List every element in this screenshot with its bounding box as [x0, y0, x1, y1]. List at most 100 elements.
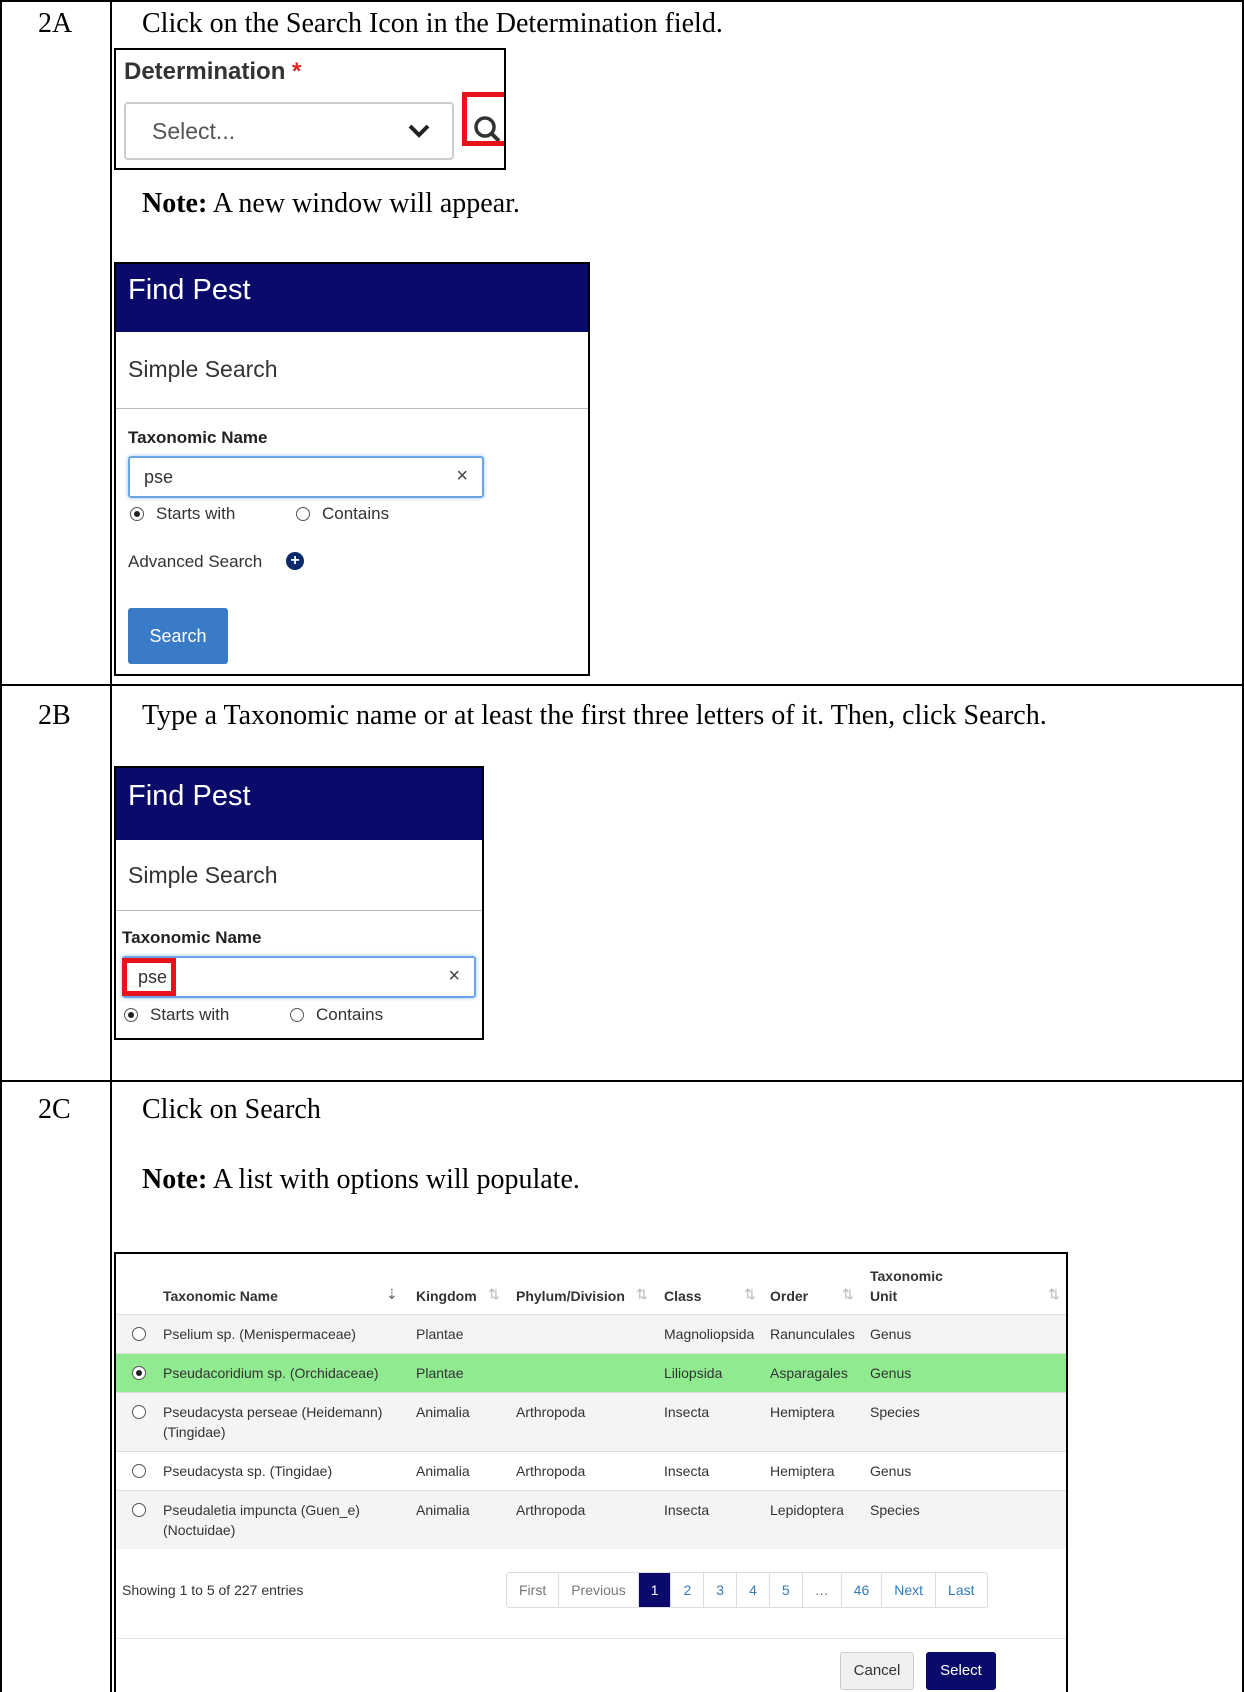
- cell-order: Asparagales: [770, 1365, 848, 1381]
- starts-with-radio[interactable]: [130, 507, 144, 521]
- page-46[interactable]: 46: [842, 1573, 883, 1607]
- pagination: First Previous 1 2 3 4 5… 46 Next Last: [506, 1572, 988, 1608]
- input-value: pse: [144, 467, 174, 487]
- table-row[interactable]: Pseudacysta sp. (Tingidae) Animalia Arthro…: [116, 1451, 1066, 1490]
- table-row[interactable]: Pseudacoridium sp. (Orchidaceae) Plantae L…: [116, 1353, 1066, 1392]
- page-first[interactable]: First: [507, 1573, 560, 1607]
- cell-order: Ranunculales: [770, 1326, 855, 1342]
- page-last[interactable]: Last: [936, 1573, 986, 1607]
- col-class[interactable]: Class: [664, 1288, 701, 1304]
- taxonomic-name-input[interactable]: pse ×: [128, 456, 484, 498]
- cell-order: Hemiptera: [770, 1404, 835, 1420]
- table-border-left: [0, 0, 2, 1692]
- starts-with-radio[interactable]: [124, 1008, 138, 1022]
- col-order[interactable]: Order: [770, 1288, 808, 1304]
- plus-circle-icon[interactable]: +: [286, 552, 304, 570]
- sort-icon[interactable]: ⇅: [744, 1286, 756, 1303]
- row-select-radio[interactable]: [132, 1327, 146, 1341]
- col-taxonomic-name[interactable]: Taxonomic Name: [163, 1288, 278, 1304]
- step-note: Note: A list with options will populate.: [142, 1164, 580, 1195]
- cell-class: Insecta: [664, 1463, 710, 1479]
- cell-class: Insecta: [664, 1404, 710, 1420]
- row-select-radio[interactable]: [132, 1503, 146, 1517]
- row-select-radio[interactable]: [132, 1464, 146, 1478]
- highlight-box: [462, 92, 504, 146]
- cell-taxonomic-name: Pseudacoridium sp. (Orchidaceae): [163, 1365, 379, 1381]
- col-taxonomic-unit-line2[interactable]: Unit: [870, 1288, 897, 1304]
- page-3[interactable]: 3: [704, 1573, 738, 1607]
- step-instruction: Click on the Search Icon in the Determin…: [142, 8, 723, 39]
- sort-icon[interactable]: ⇅: [488, 1286, 500, 1303]
- step-id: 2A: [38, 8, 73, 39]
- step-id: 2C: [38, 1094, 71, 1125]
- step-instruction: Click on Search: [142, 1094, 321, 1125]
- cell-kingdom: Animalia: [416, 1463, 470, 1479]
- footer-divider: [116, 1638, 1066, 1639]
- table-row[interactable]: Pseudaletia impuncta (Guen_e) (Noctuidae)…: [116, 1490, 1066, 1549]
- sort-icon[interactable]: ⇅: [1048, 1286, 1060, 1303]
- search-button[interactable]: Search: [128, 608, 228, 664]
- divider: [116, 910, 482, 911]
- page-4[interactable]: 4: [737, 1573, 770, 1607]
- page-next[interactable]: Next: [882, 1573, 937, 1607]
- cell-order: Lepidoptera: [770, 1502, 844, 1518]
- step-id: 2B: [38, 700, 71, 731]
- page-2[interactable]: 2: [671, 1573, 705, 1607]
- col-kingdom[interactable]: Kingdom: [416, 1288, 477, 1304]
- cell-class: Insecta: [664, 1502, 710, 1518]
- taxonomic-name-label: Taxonomic Name: [128, 428, 268, 447]
- page-5[interactable]: 5: [770, 1573, 803, 1607]
- sort-icon[interactable]: ⇅: [636, 1286, 648, 1303]
- clear-icon[interactable]: ×: [456, 465, 468, 488]
- table-row[interactable]: Pselium sp. (Menispermaceae) Plantae Magno…: [116, 1314, 1066, 1353]
- clear-icon[interactable]: ×: [448, 965, 460, 988]
- entries-count: Showing 1 to 5 of 227 entries: [122, 1582, 304, 1598]
- row-divider: [0, 684, 1244, 686]
- cell-unit: Species: [870, 1404, 920, 1420]
- contains-radio[interactable]: [296, 507, 310, 521]
- determination-screenshot: Determination * Select...: [114, 48, 506, 170]
- contains-radio[interactable]: [290, 1008, 304, 1022]
- advanced-search-link[interactable]: Advanced Search: [128, 552, 262, 572]
- starts-with-label: Starts with: [150, 1005, 230, 1024]
- chevron-down-icon: [408, 124, 430, 138]
- cancel-button[interactable]: Cancel: [840, 1652, 914, 1690]
- cell-kingdom: Plantae: [416, 1365, 464, 1381]
- cell-taxonomic-name: Pseudacysta perseae (Heidemann): [163, 1404, 383, 1420]
- cell-class: Liliopsida: [664, 1365, 723, 1381]
- row-divider: [0, 1080, 1244, 1082]
- page-previous[interactable]: Previous: [559, 1573, 639, 1607]
- sort-icon[interactable]: ⇅: [842, 1286, 854, 1303]
- step-instruction: Type a Taxonomic name or at least the fi…: [142, 700, 1047, 731]
- row-select-radio[interactable]: [132, 1366, 146, 1380]
- cell-unit: Species: [870, 1502, 920, 1518]
- find-pest-title: Find Pest: [128, 780, 251, 812]
- cell-taxonomic-name: (Tingidae): [163, 1424, 226, 1440]
- cell-class: Magnoliopsida: [664, 1326, 755, 1342]
- find-pest-title: Find Pest: [128, 274, 251, 306]
- cell-phylum: Arthropoda: [516, 1463, 586, 1479]
- cell-kingdom: Animalia: [416, 1404, 470, 1420]
- cell-kingdom: Animalia: [416, 1502, 470, 1518]
- determination-select[interactable]: Select...: [124, 102, 454, 160]
- results-header-row: Taxonomic Name ⇣ Kingdom ⇅ Phylum/Divisi…: [116, 1254, 1066, 1314]
- table-row[interactable]: Pseudacysta perseae (Heidemann) (Tingidae…: [116, 1392, 1066, 1451]
- cell-unit: Genus: [870, 1463, 912, 1479]
- find-pest-screenshot-typed: Find Pest Simple Search Taxonomic Name p…: [114, 766, 484, 1040]
- row-select-radio[interactable]: [132, 1405, 146, 1419]
- cell-kingdom: Plantae: [416, 1326, 464, 1342]
- page-ellipsis: …: [803, 1573, 842, 1607]
- select-button[interactable]: Select: [926, 1652, 996, 1690]
- page-1[interactable]: 1: [638, 1573, 672, 1607]
- sort-asc-icon[interactable]: ⇣: [386, 1286, 398, 1303]
- col-phylum[interactable]: Phylum/Division: [516, 1288, 625, 1304]
- find-pest-header: Find Pest: [116, 264, 588, 332]
- cell-taxonomic-name: Pseudacysta sp. (Tingidae): [163, 1463, 333, 1479]
- cell-taxonomic-name: Pseudaletia impuncta (Guen_e): [163, 1502, 360, 1518]
- col-taxonomic-unit-line1[interactable]: Taxonomic: [870, 1268, 943, 1284]
- cell-phylum: Arthropoda: [516, 1404, 586, 1420]
- contains-label: Contains: [316, 1005, 384, 1024]
- cell-taxonomic-name: Pselium sp. (Menispermaceae): [163, 1326, 356, 1342]
- highlight-box: [122, 958, 176, 996]
- cell-taxonomic-name: (Noctuidae): [163, 1522, 236, 1538]
